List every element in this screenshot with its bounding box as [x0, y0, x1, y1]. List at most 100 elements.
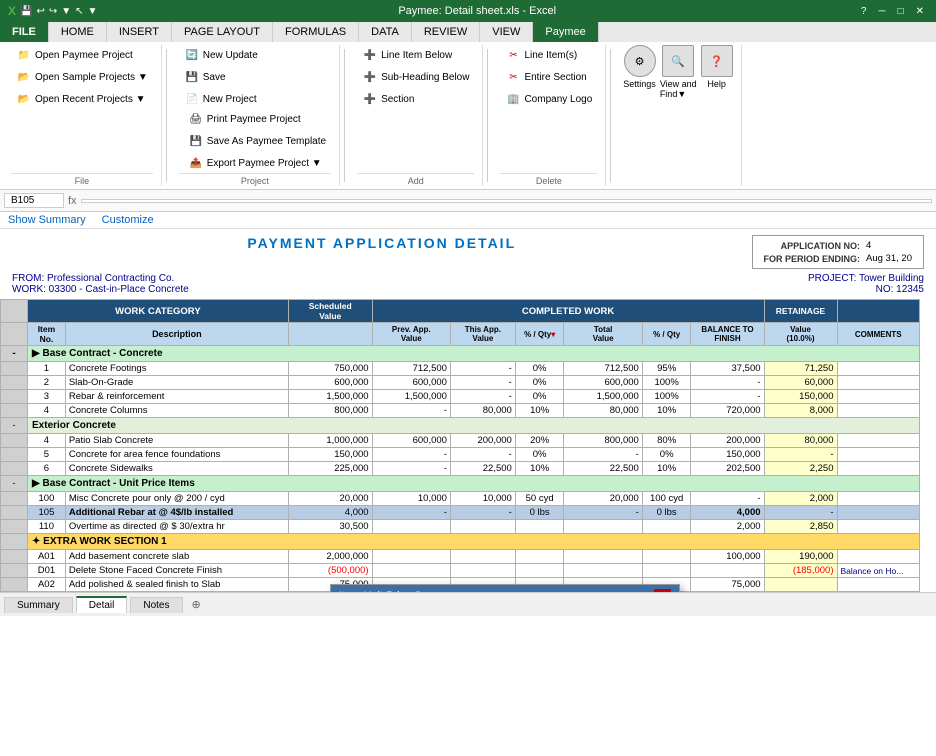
cell-reference[interactable]: B105 [4, 193, 64, 208]
help-icon-large: ❓ [701, 45, 733, 77]
ribbon-tabs: FILE HOME INSERT PAGE LAYOUT FORMULAS DA… [0, 22, 936, 42]
customize-link[interactable]: Customize [102, 214, 154, 226]
retainage-header: RETAINAGE [764, 300, 837, 323]
payment-title: PAYMENT APPLICATION DETAIL [247, 235, 516, 251]
open-recent-icon: 📂 [16, 91, 32, 107]
help-btn[interactable]: ? [857, 6, 871, 17]
sub-heading-btn[interactable]: ➕ Sub-Heading Below [357, 67, 474, 87]
section-icon: ➕ [362, 91, 378, 107]
tab-review[interactable]: REVIEW [412, 22, 480, 42]
total-val-header: TotalValue [564, 323, 642, 346]
fx-label: fx [68, 195, 77, 207]
base-concrete-section: ▶ Base Contract - Concrete [28, 346, 920, 362]
file-group-label: File [11, 173, 153, 186]
new-update-label: New Update [203, 50, 258, 61]
tab-file[interactable]: FILE [0, 22, 49, 42]
delete-group-label: Delete [500, 173, 597, 186]
title-bar-title: Paymee: Detail sheet.xls - Excel [97, 5, 856, 17]
save-as-btn[interactable]: 💾 Save As Paymee Template [183, 131, 331, 151]
comments-col-header: COMMENTS [837, 323, 920, 346]
new-project-btn[interactable]: 📄 New Project [179, 89, 331, 109]
export-btn[interactable]: 📤 Export Paymee Project ▼ [183, 153, 331, 173]
minus-btn-1[interactable]: - [1, 346, 28, 362]
app-no: 4 [863, 239, 915, 252]
tab-insert[interactable]: INSERT [107, 22, 172, 42]
line-item-below-btn[interactable]: ➕ Line Item Below [357, 45, 474, 65]
balance-on-cell: Balance on Ho... [837, 564, 920, 578]
tab-notes[interactable]: Notes [130, 597, 182, 613]
tab-summary[interactable]: Summary [4, 597, 73, 613]
delete-section-btn[interactable]: ✂ Entire Section [500, 67, 597, 87]
modal-title-bar: Item Unit Price Setup ✕ [331, 585, 679, 592]
tab-data[interactable]: DATA [359, 22, 412, 42]
work-category-header: WORK CATEGORY [28, 300, 289, 323]
bal-finish-header: BALANCE TOFINISH [691, 323, 764, 346]
show-summary-link[interactable]: Show Summary [8, 214, 86, 226]
new-update-btn[interactable]: 🔄 New Update [179, 45, 331, 65]
sheet-scroll[interactable]: PAYMENT APPLICATION DETAIL APPLICATION N… [0, 229, 936, 592]
row-num-col [1, 323, 28, 346]
company-logo-btn[interactable]: 🏢 Company Logo [500, 89, 597, 109]
tab-page-layout[interactable]: PAGE LAYOUT [172, 22, 273, 42]
formula-input[interactable] [81, 199, 932, 203]
row-patio-slab: 4 Patio Slab Concrete 1,000,000 600,000 … [1, 434, 920, 448]
corner-cell [1, 300, 28, 323]
ribbon-group-project: 🔄 New Update 💾 Save 📄 New Project 🖨 Prin… [171, 45, 340, 186]
payment-header: PAYMENT APPLICATION DETAIL APPLICATION N… [0, 229, 936, 299]
ribbon-group-add: ➕ Line Item Below ➕ Sub-Heading Below ➕ … [349, 45, 483, 186]
tab-home[interactable]: HOME [49, 22, 107, 42]
app-info-box: APPLICATION NO: 4 FOR PERIOD ENDING: Aug… [752, 235, 924, 269]
row-fence-foundations: 5 Concrete for area fence foundations 15… [1, 448, 920, 462]
close-btn[interactable]: ✕ [912, 6, 928, 17]
bottom-tabs: Summary Detail Notes ⊕ [0, 592, 936, 616]
ribbon-group-file: 📁 Open Paymee Project 📂 Open Sample Proj… [3, 45, 162, 186]
maximize-btn[interactable]: □ [894, 6, 908, 17]
prev-app-header: Prev. App.Value [372, 323, 450, 346]
tab-paymee[interactable]: Paymee [533, 22, 598, 42]
print-btn[interactable]: 🖨 Print Paymee Project [183, 109, 331, 129]
total-pct-header: % / Qty [642, 323, 691, 346]
tab-view[interactable]: VIEW [480, 22, 533, 42]
section-row-exterior: - Exterior Concrete [1, 418, 920, 434]
section-btn[interactable]: ➕ Section [357, 89, 474, 109]
minus-btn-2[interactable]: - [1, 418, 28, 434]
row-additional-rebar[interactable]: 105 Additional Rebar at @ 4$/lb installe… [1, 506, 920, 520]
open-recent-btn[interactable]: 📂 Open Recent Projects ▼ [11, 89, 153, 109]
add-sheet-btn[interactable]: ⊕ [186, 596, 207, 613]
export-icon: 📤 [188, 155, 204, 171]
row-rebar: 3 Rebar & reinforcement 1,500,000 1,500,… [1, 390, 920, 404]
open-sample-icon: 📂 [16, 69, 32, 85]
settings-label: Settings [623, 79, 656, 89]
modal-close-btn[interactable]: ✕ [654, 589, 671, 592]
exterior-section: Exterior Concrete [28, 418, 920, 434]
work-info: WORK: 03300 - Cast-in-Place Concrete [12, 284, 189, 295]
item-no-header: ItemNo. [28, 323, 66, 346]
project-buttons: 🔄 New Update 💾 Save 📄 New Project [179, 45, 331, 109]
company-logo-icon: 🏢 [505, 91, 521, 107]
delete-line-icon: ✂ [505, 47, 521, 63]
this-app-pct-header: % / Qty▾ [515, 323, 564, 346]
section-row-unit-price: - ▶ Base Contract - Unit Price Items [1, 476, 920, 492]
ribbon-group-settings: ⚙ Settings 🔍 View andFind▼ ❓ Help [615, 45, 741, 186]
ribbon-content: 📁 Open Paymee Project 📂 Open Sample Proj… [0, 42, 936, 190]
line-item-below-label: Line Item Below [381, 50, 452, 61]
row-overtime: 110 Overtime as directed @ $ 30/extra hr… [1, 520, 920, 534]
row-concrete-footings: 1 Concrete Footings 750,000 712,500 - 0%… [1, 362, 920, 376]
file-buttons: 📁 Open Paymee Project 📂 Open Sample Proj… [11, 45, 153, 173]
title-bar-controls[interactable]: ? ─ □ ✕ [857, 6, 928, 17]
row-slab-on-grade: 2 Slab-On-Grade 600,000 600,000 - 0% 600… [1, 376, 920, 390]
open-paymee-btn[interactable]: 📁 Open Paymee Project [11, 45, 153, 65]
action-bar: Show Summary Customize [0, 212, 936, 229]
from-info: FROM: Professional Contracting Co. [12, 273, 189, 284]
delete-line-btn[interactable]: ✂ Line Item(s) [500, 45, 597, 65]
minimize-btn[interactable]: ─ [874, 6, 889, 17]
new-project-icon: 📄 [184, 91, 200, 107]
view-find-label: View andFind▼ [660, 79, 697, 99]
tab-formulas[interactable]: FORMULAS [273, 22, 359, 42]
add-group-label: Add [357, 173, 474, 186]
minus-btn-3[interactable]: - [1, 476, 28, 492]
row-concrete-columns: 4 Concrete Columns 800,000 - 80,000 10% … [1, 404, 920, 418]
tab-detail[interactable]: Detail [76, 596, 128, 613]
open-sample-btn[interactable]: 📂 Open Sample Projects ▼ [11, 67, 153, 87]
save-btn[interactable]: 💾 Save [179, 67, 331, 87]
